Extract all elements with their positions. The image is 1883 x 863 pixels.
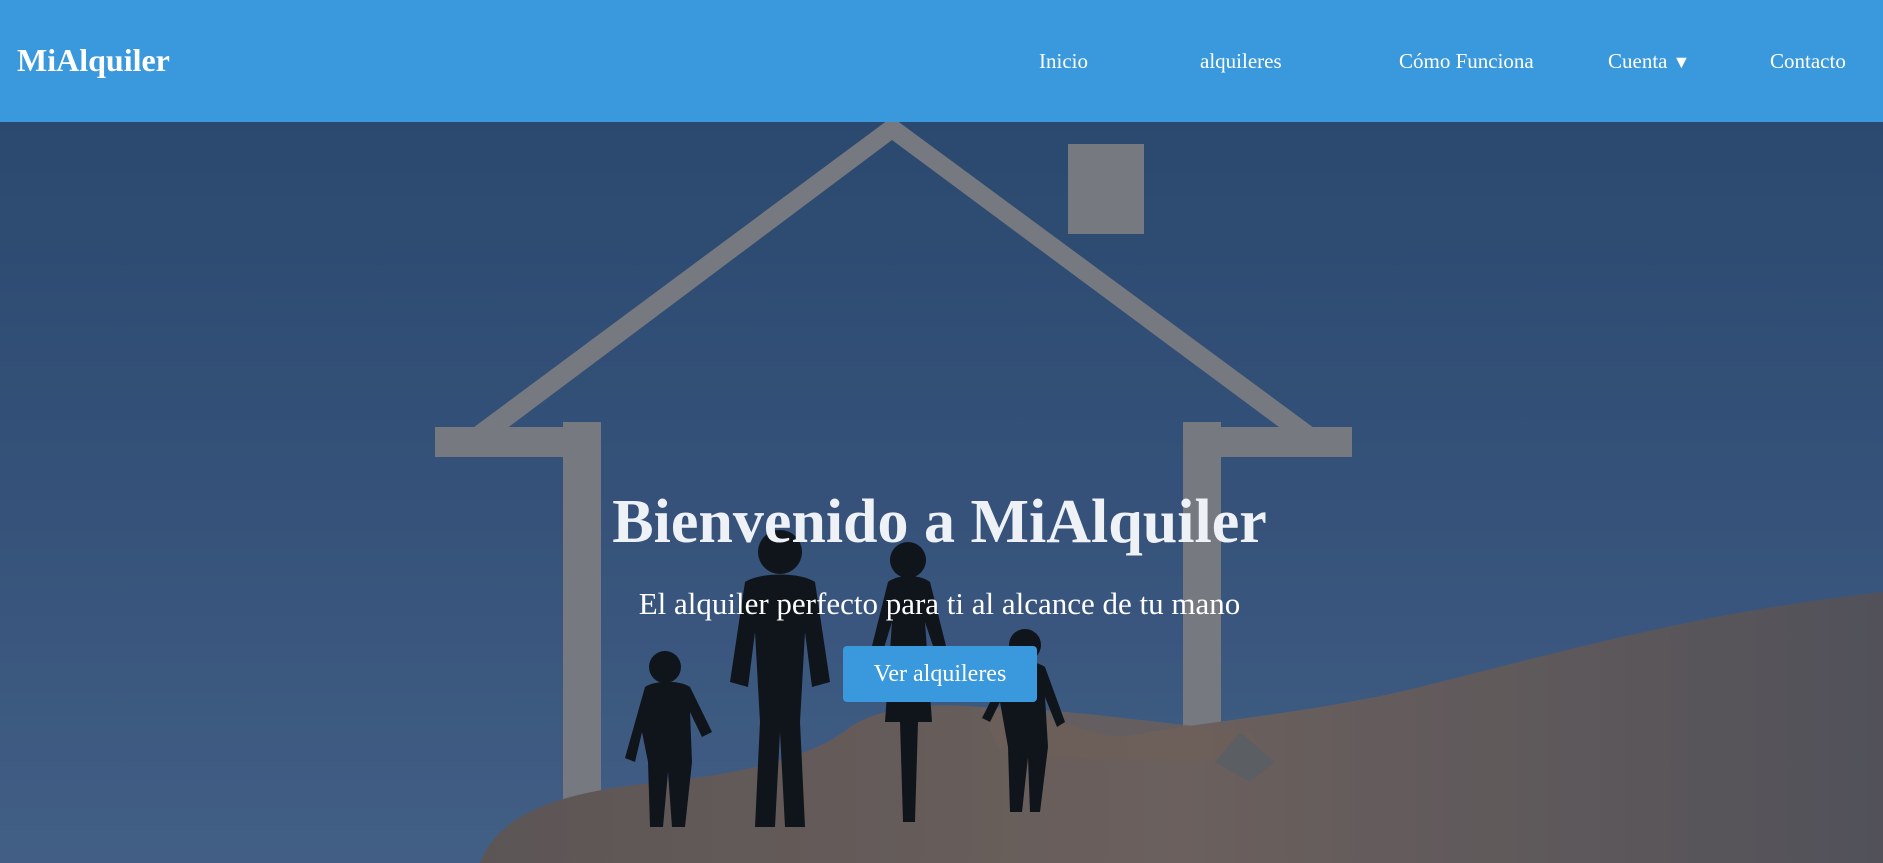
hero-subtitle: El alquiler perfecto para ti al alcance … bbox=[638, 586, 1241, 621]
nav-item-como-funciona[interactable]: Cómo Funciona bbox=[1399, 46, 1534, 76]
nav-item-cuenta[interactable]: Cuenta ▼ bbox=[1608, 46, 1690, 77]
nav-item-inicio[interactable]: Inicio bbox=[1039, 46, 1088, 76]
nav-item-contacto[interactable]: Contacto bbox=[1770, 46, 1846, 76]
nav-item-cuenta-label: Cuenta bbox=[1608, 49, 1668, 73]
chevron-down-icon: ▼ bbox=[1672, 52, 1691, 72]
hero-section: Bienvenido a MiAlquiler El alquiler perf… bbox=[0, 122, 1883, 863]
nav-item-alquileres[interactable]: alquileres bbox=[1200, 46, 1282, 76]
page: MiAlquiler Inicio alquileres Cómo Funcio… bbox=[0, 0, 1883, 863]
view-rentals-button[interactable]: Ver alquileres bbox=[843, 646, 1037, 702]
navbar: MiAlquiler Inicio alquileres Cómo Funcio… bbox=[0, 0, 1883, 122]
brand-logo[interactable]: MiAlquiler bbox=[17, 40, 170, 80]
hero-title: Bienvenido a MiAlquiler bbox=[612, 488, 1267, 556]
